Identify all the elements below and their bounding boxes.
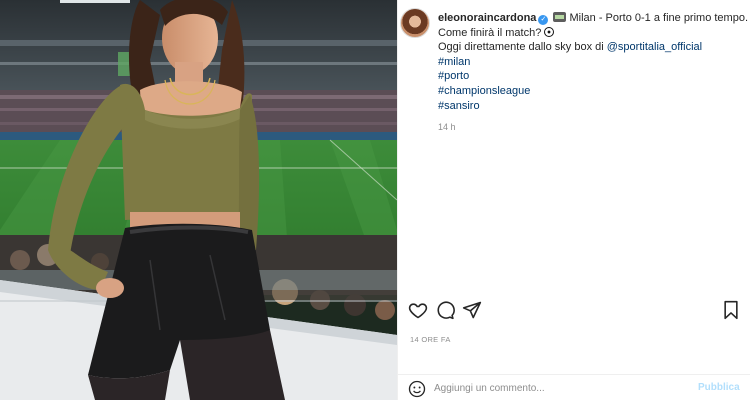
caption-line2: Oggi direttamente dallo sky box di bbox=[438, 41, 604, 54]
hashtag-porto[interactable]: #porto bbox=[438, 70, 469, 82]
comment-icon[interactable] bbox=[435, 300, 457, 322]
caption-timestamp[interactable]: 14 h bbox=[438, 122, 456, 132]
soccer-ball-emoji-icon bbox=[544, 26, 555, 37]
emoji-smiley-icon[interactable] bbox=[408, 380, 426, 398]
share-icon[interactable] bbox=[462, 300, 484, 322]
stadium-photo-illustration bbox=[0, 0, 397, 400]
verified-badge-icon: ✓ bbox=[538, 15, 549, 25]
hashtag-championsleague[interactable]: #championsleague bbox=[438, 85, 530, 97]
caption: eleonoraincardona ✓ Milan - Porto 0-1 a f… bbox=[438, 11, 748, 113]
hashtag-sansiro[interactable]: #sansiro bbox=[438, 100, 480, 112]
post-photo[interactable] bbox=[0, 0, 397, 400]
comment-input[interactable] bbox=[434, 378, 684, 398]
hashtag-milan[interactable]: #milan bbox=[438, 56, 470, 68]
post-details-panel: eleonoraincardona ✓ Milan - Porto 0-1 a f… bbox=[397, 0, 750, 400]
comment-bar: Pubblica bbox=[398, 374, 750, 400]
stadium-emoji-icon bbox=[553, 12, 567, 22]
username-link[interactable]: eleonoraincardona bbox=[438, 12, 536, 24]
avatar[interactable] bbox=[400, 8, 430, 38]
publish-button[interactable]: Pubblica bbox=[698, 382, 740, 393]
heart-icon[interactable] bbox=[408, 300, 430, 322]
mention-link[interactable]: @sportitalia_official bbox=[607, 41, 702, 53]
action-bar bbox=[408, 300, 748, 326]
post-caption-block: eleonoraincardona ✓ Milan - Porto 0-1 a f… bbox=[398, 0, 750, 140]
bookmark-icon[interactable] bbox=[722, 300, 744, 322]
post-date[interactable]: 14 ORE FA bbox=[410, 335, 451, 344]
